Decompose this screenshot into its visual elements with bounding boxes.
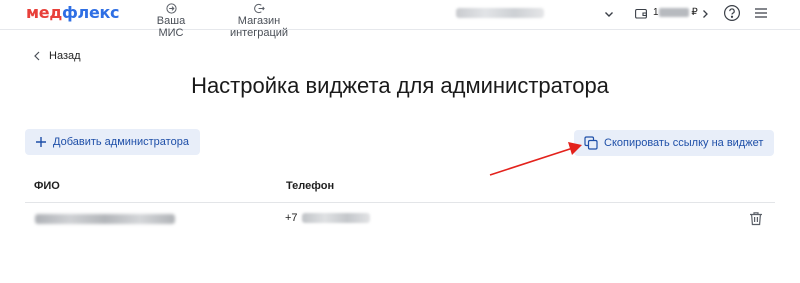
annotation-arrow-icon xyxy=(489,142,582,176)
back-link[interactable]: Назад xyxy=(33,50,81,62)
column-header-phone: Телефон xyxy=(286,180,335,192)
nav-your-mis[interactable]: Ваша МИС xyxy=(146,3,196,39)
balance-value[interactable]: 1 ₽ xyxy=(653,7,698,18)
add-administrator-label: Добавить администратора xyxy=(53,136,189,148)
copy-widget-link-label: Скопировать ссылку на виджет xyxy=(604,137,764,149)
logout-arrow-icon xyxy=(253,3,265,14)
back-link-label: Назад xyxy=(49,50,81,62)
column-header-name: ФИО xyxy=(34,180,60,192)
trash-icon[interactable] xyxy=(749,211,763,226)
add-administrator-button[interactable]: Добавить администратора xyxy=(25,129,200,155)
account-selector[interactable] xyxy=(456,8,544,18)
help-circle-icon[interactable] xyxy=(723,4,741,22)
nav-integration-store[interactable]: Магазин интеграций xyxy=(214,3,304,39)
medflex-logo[interactable]: медфлекс xyxy=(26,3,120,22)
table-divider xyxy=(25,202,775,203)
admin-phone: +7 xyxy=(285,212,370,224)
chevron-down-icon[interactable] xyxy=(603,8,615,20)
redacted-balance xyxy=(658,7,689,17)
wallet-icon[interactable] xyxy=(635,8,647,19)
redacted-phone-number xyxy=(301,213,370,223)
chevron-right-icon[interactable] xyxy=(700,8,710,20)
redacted-admin-name xyxy=(35,214,175,224)
top-header: медфлекс Ваша МИС Магазин интеграций 1 ₽ xyxy=(0,0,800,39)
login-arrow-icon xyxy=(165,3,177,14)
page-title: Настройка виджета для администратора xyxy=(191,73,609,98)
hamburger-menu-icon[interactable] xyxy=(754,7,768,19)
copy-widget-link-button[interactable]: Скопировать ссылку на виджет xyxy=(574,130,774,156)
nav-integration-store-label: Магазин интеграций xyxy=(229,15,289,39)
nav-your-mis-label: Ваша МИС xyxy=(156,15,186,39)
plus-icon xyxy=(36,137,46,147)
chevron-left-icon xyxy=(34,51,40,61)
